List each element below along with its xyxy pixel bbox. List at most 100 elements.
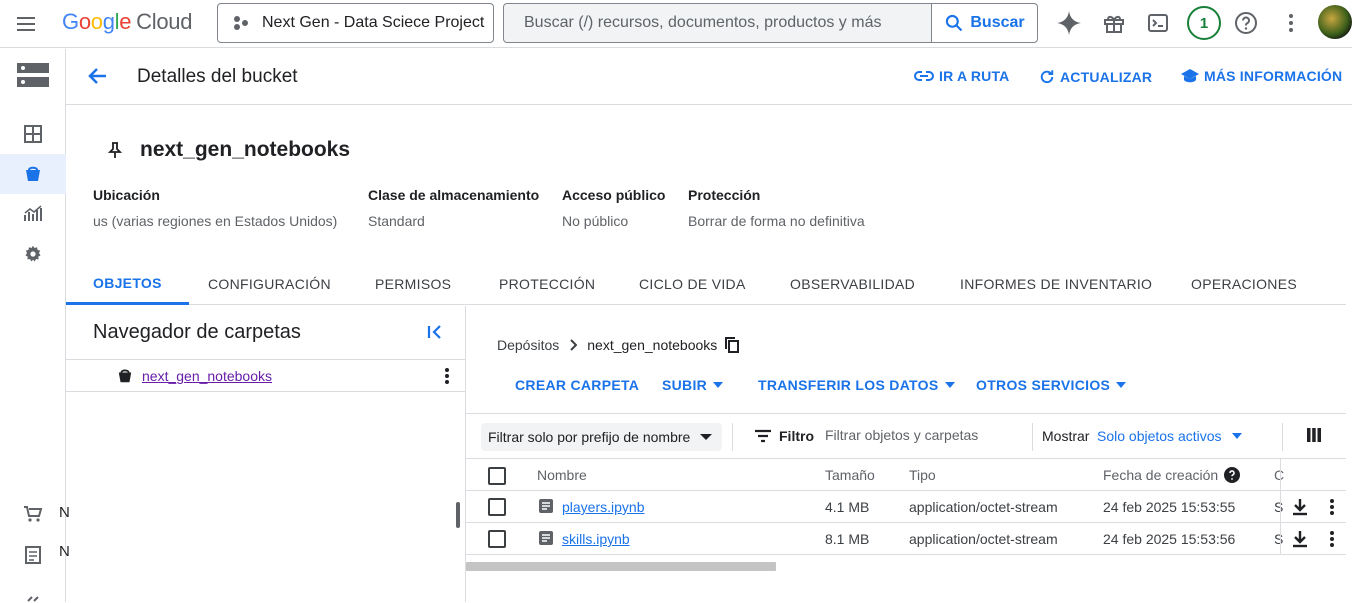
table-row[interactable]: players.ipynb 4.1 MB application/octet-s…	[466, 491, 1346, 523]
go-to-path-button[interactable]: IR A RUTA	[913, 68, 1010, 84]
page-header: Detalles del bucket IR A RUTA ACTUALIZAR…	[66, 49, 1352, 105]
pin-icon[interactable]	[108, 141, 122, 159]
nav-settings-icon[interactable]	[0, 234, 66, 274]
table-row[interactable]: skills.ipynb 8.1 MB application/octet-st…	[466, 523, 1346, 555]
meta-public-access: Acceso público No público	[562, 187, 666, 229]
nav-buckets-icon[interactable]	[0, 154, 66, 194]
file-name-link[interactable]: skills.ipynb	[562, 531, 630, 547]
back-arrow-icon[interactable]	[86, 64, 110, 93]
file-type: application/octet-stream	[909, 499, 1058, 515]
show-select[interactable]: Solo objetos activos	[1097, 428, 1242, 444]
nav-marketplace-icon[interactable]	[0, 494, 66, 534]
upload-button[interactable]: SUBIR	[662, 377, 724, 393]
folder-tree-label[interactable]: next_gen_notebooks	[142, 368, 272, 384]
chevron-right-icon	[570, 339, 578, 351]
col-name[interactable]: Nombre	[537, 467, 587, 483]
create-folder-button[interactable]: CREAR CARPETA	[515, 377, 639, 393]
file-created: 24 feb 2025 15:53:55	[1103, 499, 1236, 515]
collapse-panel-icon[interactable]	[426, 324, 444, 345]
folder-browser: Navegador de carpetas next_gen_notebooks	[66, 306, 466, 602]
file-type: application/octet-stream	[909, 531, 1058, 547]
refresh-icon	[1040, 70, 1054, 84]
link-icon	[914, 71, 934, 81]
search-box[interactable]: Buscar (/) recursos, documentos, product…	[503, 3, 1038, 43]
more-vert-icon[interactable]	[1329, 498, 1335, 519]
column-display-icon[interactable]	[1307, 428, 1321, 445]
file-created: 24 feb 2025 15:53:56	[1103, 531, 1236, 547]
transfer-data-button[interactable]: TRANSFERIR LOS DATOS	[758, 377, 955, 393]
show-label: Mostrar	[1042, 428, 1090, 444]
gemini-icon[interactable]	[1056, 10, 1082, 36]
project-selector[interactable]: Next Gen - Data Sciece Project	[217, 3, 494, 43]
more-info-button[interactable]: MÁS INFORMACIÓN	[1180, 68, 1342, 84]
nav-overview-icon[interactable]	[0, 114, 66, 154]
meta-protection: Protección Borrar de forma no definitiva	[688, 187, 865, 229]
left-nav: N N	[0, 49, 70, 603]
more-vert-icon[interactable]	[444, 367, 450, 390]
tab-operations[interactable]: OPERACIONES	[1191, 263, 1297, 305]
nav-expand-icon[interactable]	[0, 579, 66, 603]
tab-objects[interactable]: OBJETOS	[66, 263, 189, 305]
folder-tree-item[interactable]: next_gen_notebooks	[66, 359, 466, 392]
filter-button[interactable]: Filtro	[754, 428, 814, 444]
meta-storage-class: Clase de almacenamiento Standard	[368, 187, 540, 229]
col-type[interactable]: Tipo	[909, 467, 936, 483]
row-checkbox[interactable]	[488, 530, 506, 548]
horizontal-scrollbar[interactable]	[466, 562, 776, 571]
filter-icon	[755, 429, 771, 443]
file-truncated: S	[1274, 499, 1284, 515]
help-icon[interactable]	[1224, 467, 1241, 483]
col-created[interactable]: Fecha de creación	[1103, 467, 1241, 483]
panel-scrollbar[interactable]	[456, 502, 460, 528]
dropdown-arrow-icon	[1231, 433, 1242, 439]
file-icon	[538, 498, 554, 517]
school-icon	[1181, 69, 1199, 83]
top-bar: Google Cloud Next Gen - Data Sciece Proje…	[0, 0, 1352, 48]
page-title: Detalles del bucket	[137, 66, 298, 87]
dropdown-arrow-icon	[944, 382, 955, 388]
dropdown-arrow-icon	[700, 434, 713, 440]
search-input[interactable]: Buscar (/) recursos, documentos, product…	[504, 14, 931, 32]
help-icon[interactable]	[1233, 10, 1259, 36]
filter-input[interactable]: Filtrar objetos y carpetas	[825, 427, 978, 443]
nav-release-notes-icon[interactable]	[0, 535, 66, 575]
search-icon	[946, 14, 963, 32]
tab-configuration[interactable]: CONFIGURACIÓN	[208, 263, 331, 305]
product-icon[interactable]	[0, 55, 66, 95]
refresh-button[interactable]: ACTUALIZAR	[1038, 68, 1152, 86]
download-icon[interactable]	[1292, 530, 1308, 551]
prefix-filter-select[interactable]: Filtrar solo por prefijo de nombre	[481, 423, 722, 451]
tab-observability[interactable]: OBSERVABILIDAD	[790, 263, 915, 305]
tab-permissions[interactable]: PERMISOS	[375, 263, 451, 305]
avatar[interactable]	[1318, 5, 1352, 39]
bucket-name: next_gen_notebooks	[140, 138, 351, 161]
table-header: Nombre Tamaño Tipo Fecha de creación C	[466, 459, 1346, 491]
file-name-link[interactable]: players.ipynb	[562, 499, 645, 515]
file-truncated: S	[1274, 531, 1284, 547]
tab-protection[interactable]: PROTECCIÓN	[499, 263, 595, 305]
search-button[interactable]: Buscar	[931, 4, 1037, 42]
copy-icon[interactable]	[725, 337, 740, 353]
tab-lifecycle[interactable]: CICLO DE VIDA	[639, 263, 746, 305]
select-all-checkbox[interactable]	[488, 467, 506, 485]
notifications-badge[interactable]: 1	[1187, 6, 1221, 40]
other-services-button[interactable]: OTROS SERVICIOS	[976, 377, 1127, 393]
tab-inventory-reports[interactable]: INFORMES DE INVENTARIO	[960, 263, 1152, 305]
col-size[interactable]: Tamaño	[825, 467, 875, 483]
breadcrumb: Depósitos next_gen_notebooks	[497, 337, 740, 353]
tab-bar: OBJETOS CONFIGURACIÓN PERMISOS PROTECCIÓ…	[66, 263, 1346, 305]
file-icon	[538, 530, 554, 549]
nav-monitoring-icon[interactable]	[0, 194, 66, 234]
more-vert-icon[interactable]	[1329, 530, 1335, 551]
google-cloud-logo[interactable]: Google Cloud	[62, 9, 192, 35]
bucket-name-row: next_gen_notebooks	[108, 138, 350, 162]
terminal-icon[interactable]	[1145, 10, 1171, 36]
breadcrumb-root[interactable]: Depósitos	[497, 337, 559, 353]
meta-location: Ubicación us (varias regiones en Estados…	[93, 187, 338, 229]
folder-browser-title: Navegador de carpetas	[93, 321, 301, 343]
more-vert-icon[interactable]	[1278, 10, 1304, 36]
menu-icon[interactable]	[14, 12, 38, 36]
row-checkbox[interactable]	[488, 498, 506, 516]
gift-icon[interactable]	[1101, 10, 1127, 36]
download-icon[interactable]	[1292, 498, 1308, 519]
